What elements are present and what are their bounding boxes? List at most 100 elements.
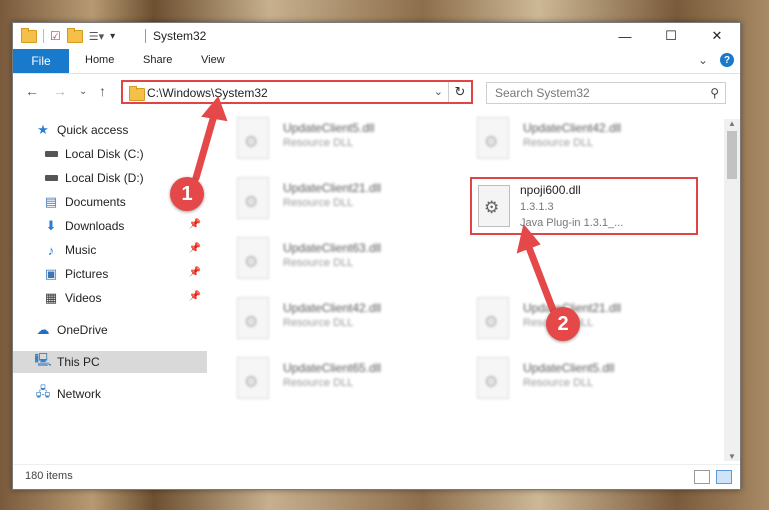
pin-icon[interactable]: 📌 — [189, 291, 201, 302]
file-name: UpdateClient42.dll — [523, 121, 622, 135]
dll-file-icon — [477, 357, 509, 399]
sidebar-item-label: Local Disk (D:) — [65, 171, 144, 185]
tab-file[interactable]: File — [13, 49, 69, 73]
sidebar-item-downloads[interactable]: ⬇ Downloads 📌 — [43, 215, 207, 237]
up-arrow-icon[interactable]: ↑ — [99, 83, 106, 99]
dll-file-icon — [237, 297, 269, 339]
file-name: npoji600.dll — [520, 183, 581, 197]
sidebar-item-label: Music — [65, 243, 97, 257]
sidebar-item-label: This PC — [57, 355, 100, 369]
list-item[interactable]: UpdateClient5.dll Resource DLL — [211, 113, 451, 169]
tab-home[interactable]: Home — [85, 54, 114, 66]
chevron-down-icon[interactable]: ⌄ — [434, 85, 443, 98]
file-name: UpdateClient63.dll — [283, 241, 382, 255]
search-input[interactable]: Search System32 ⚲ — [486, 82, 726, 104]
sidebar-item-label: Quick access — [57, 123, 129, 137]
list-item[interactable]: UpdateClient42.dll Resource DLL — [451, 113, 691, 169]
back-arrow-icon[interactable]: ← — [25, 83, 39, 99]
list-item[interactable]: UpdateClient21.dll Resource DLL — [211, 173, 451, 229]
network-icon: 🖧 — [35, 384, 51, 399]
sidebar-item-quick-access[interactable]: ★ Quick access — [35, 119, 229, 141]
forward-arrow-icon[interactable]: → — [53, 83, 67, 99]
dll-file-icon — [477, 297, 509, 339]
sidebar-item-onedrive[interactable]: ☁ OneDrive — [35, 319, 207, 341]
file-name: UpdateClient65.dll — [283, 361, 382, 375]
toolbar-separator — [43, 29, 44, 43]
file-type: Resource DLL — [523, 137, 594, 149]
quick-access-toolbar: ☑ ☰▾ ▾ — [21, 27, 115, 43]
help-icon[interactable]: ? — [720, 53, 734, 67]
item-count: 180 items — [25, 470, 73, 482]
file-list: UpdateClient5.dll Resource DLL UpdateCli… — [211, 111, 721, 461]
drive-icon — [43, 171, 59, 185]
address-bar[interactable]: C:\Windows\System32 ⌄ ↻ — [121, 80, 473, 104]
sidebar-item-pictures[interactable]: ▣ Pictures 📌 — [43, 263, 207, 285]
videos-icon: ▦ — [44, 290, 58, 305]
sidebar-item-music[interactable]: ♪ Music 📌 — [43, 239, 207, 261]
address-row: ← → ⌄ ↑ C:\Windows\System32 ⌄ ↻ Search S… — [13, 74, 740, 108]
close-button[interactable]: ✕ — [694, 23, 740, 49]
file-name: UpdateClient5.dll — [523, 361, 615, 375]
dll-file-icon: ⚙ — [478, 185, 510, 227]
new-folder-icon[interactable] — [66, 27, 83, 43]
documents-icon: ▤ — [44, 194, 58, 209]
file-description: Java Plug-in 1.3.1_... — [520, 217, 624, 229]
file-type: Resource DLL — [283, 257, 354, 269]
download-icon: ⬇ — [45, 218, 57, 233]
large-icons-view-icon[interactable] — [716, 470, 732, 484]
title-divider — [145, 29, 146, 43]
file-name: UpdateClient5.dll — [283, 121, 375, 135]
dll-file-icon — [237, 357, 269, 399]
list-item[interactable]: UpdateClient63.dll Resource DLL — [211, 233, 451, 289]
toolbar-dropdown-icon[interactable]: ▾ — [110, 31, 115, 42]
file-name: UpdateClient21.dll — [283, 181, 382, 195]
list-item[interactable]: UpdateClient5.dll Resource DLL — [451, 353, 691, 409]
gear-icon: ⚙ — [484, 198, 500, 217]
scroll-thumb[interactable] — [727, 131, 737, 179]
folder-icon — [21, 27, 37, 43]
sidebar-item-videos[interactable]: ▦ Videos 📌 — [43, 287, 207, 309]
step-1-badge: 1 — [170, 177, 204, 211]
recent-locations-icon[interactable]: ⌄ — [79, 86, 87, 97]
minimize-button[interactable]: — — [602, 23, 648, 49]
pin-icon[interactable]: 📌 — [189, 243, 201, 254]
navigation-pane: ★ Quick access Local Disk (C:) Local Dis… — [13, 115, 209, 465]
expand-ribbon-icon[interactable]: ⌄ — [698, 53, 708, 67]
ribbon-tabs: File Home Share View ⌄ ? — [13, 49, 740, 74]
pin-icon[interactable]: 📌 — [189, 267, 201, 278]
sidebar-item-label: Network — [57, 387, 102, 401]
list-item[interactable]: UpdateClient42.dll Resource DLL — [211, 293, 451, 349]
sidebar-item-network[interactable]: 🖧 Network — [35, 383, 207, 405]
status-bar: 180 items — [13, 464, 740, 489]
highlighted-file-npoji600[interactable]: ⚙ npoji600.dll 1.3.1.3 Java Plug-in 1.3.… — [470, 177, 698, 235]
file-type: Resource DLL — [283, 137, 354, 149]
sidebar-item-label: Videos — [65, 291, 102, 305]
tab-view[interactable]: View — [201, 54, 225, 66]
search-icon[interactable]: ⚲ — [710, 86, 719, 100]
title-bar: ☑ ☰▾ ▾ System32 — ☐ ✕ — [13, 23, 740, 49]
tab-share[interactable]: Share — [143, 54, 172, 66]
sidebar-item-label: Pictures — [65, 267, 109, 281]
star-icon: ★ — [37, 122, 49, 137]
pin-icon[interactable]: 📌 — [189, 219, 201, 230]
dll-file-icon — [477, 117, 509, 159]
properties-icon[interactable]: ☑ — [50, 29, 61, 43]
scroll-down-icon[interactable]: ▼ — [728, 452, 736, 461]
dll-file-icon — [237, 117, 269, 159]
pc-icon: 🖳 — [34, 352, 52, 367]
customize-toolbar-icon[interactable]: ☰▾ — [89, 30, 104, 43]
sidebar-item-local-disk-c[interactable]: Local Disk (C:) — [43, 143, 207, 165]
refresh-icon[interactable]: ↻ — [448, 82, 471, 102]
file-name: UpdateClient42.dll — [283, 301, 382, 315]
drive-icon — [43, 147, 59, 161]
address-path[interactable]: C:\Windows\System32 — [147, 86, 268, 100]
vertical-scrollbar[interactable]: ▲ ▼ — [724, 119, 740, 461]
scroll-up-icon[interactable]: ▲ — [728, 119, 736, 128]
explorer-window: ☑ ☰▾ ▾ System32 — ☐ ✕ File Home Share Vi… — [12, 22, 741, 490]
details-view-icon[interactable] — [694, 470, 710, 484]
list-item[interactable]: UpdateClient65.dll Resource DLL — [211, 353, 451, 409]
maximize-button[interactable]: ☐ — [648, 23, 694, 49]
search-placeholder: Search System32 — [495, 86, 590, 100]
sidebar-item-this-pc[interactable]: 🖳 This PC — [13, 351, 207, 373]
step-2-badge: 2 — [546, 307, 580, 341]
